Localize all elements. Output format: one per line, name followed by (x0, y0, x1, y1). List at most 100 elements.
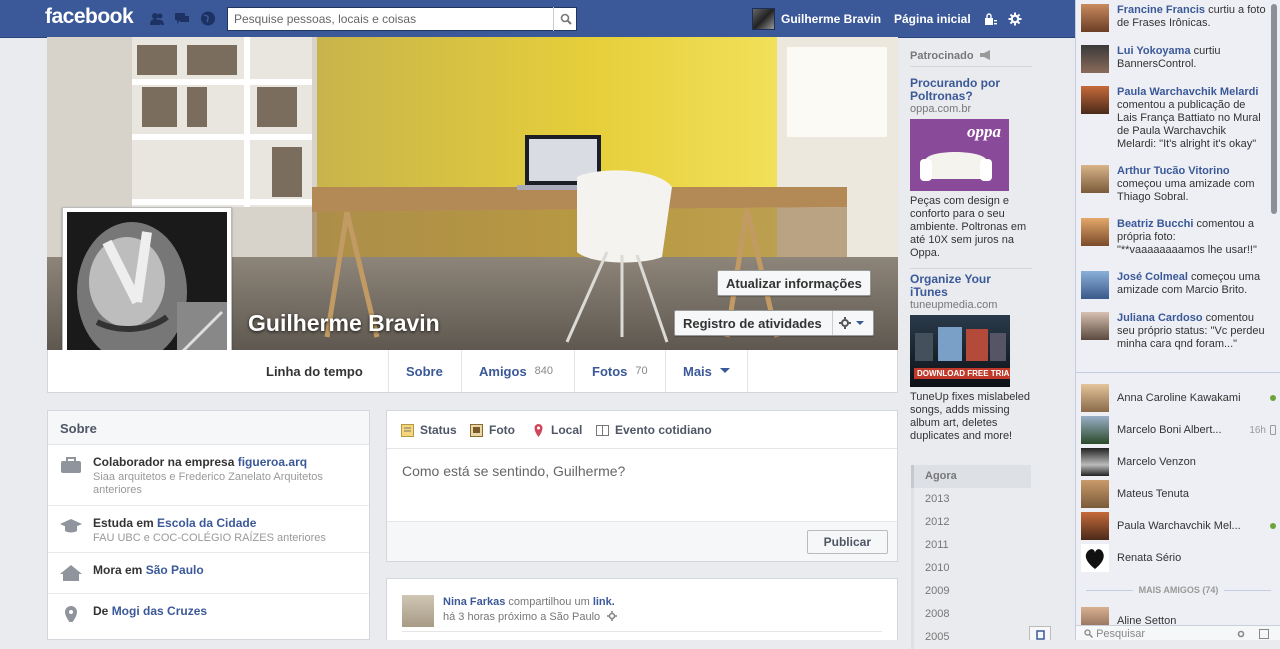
story-object-link[interactable]: link. (593, 596, 615, 608)
ticker-item[interactable]: Juliana Cardoso comentou seu próprio sta… (1081, 312, 1266, 351)
ticker-divider[interactable] (1076, 372, 1280, 373)
year-item[interactable]: 2010 (911, 557, 1031, 580)
about-from-prefix: De (93, 604, 112, 618)
year-item[interactable]: 2013 (911, 488, 1031, 511)
tab-about[interactable]: Sobre (389, 350, 462, 392)
sponsored-header-label: Patrocinado (910, 50, 974, 62)
about-education-link[interactable]: Escola da Cidade (157, 516, 256, 530)
photos-count: 70 (635, 365, 648, 377)
about-lives-link[interactable]: São Paulo (146, 563, 204, 577)
tab-more[interactable]: Mais (666, 350, 748, 392)
ticker-avatar[interactable] (1081, 45, 1109, 73)
notifications-globe-icon[interactable] (200, 11, 216, 26)
ticker-name[interactable]: Juliana Cardoso (1117, 312, 1203, 324)
ticker-avatar[interactable] (1081, 86, 1109, 114)
story-meta[interactable]: há 3 horas próximo a São Paulo (443, 611, 600, 623)
ticker-avatar[interactable] (1081, 271, 1109, 299)
ad-title[interactable]: Organize Your iTunes (910, 273, 1032, 299)
activity-log-button[interactable]: Registro de atividades (674, 310, 874, 336)
composer-tab-place[interactable]: Local (532, 423, 582, 437)
ad-text: TuneUp fixes mislabeled songs, adds miss… (910, 391, 1031, 442)
about-work-link[interactable]: figueroa.arq (238, 455, 307, 469)
ticker-name[interactable]: José Colmeal (1117, 271, 1188, 283)
ticker-item[interactable]: Paula Warchavchik Melardi comentou a pub… (1081, 86, 1266, 151)
search-icon (560, 13, 572, 25)
chat-friend[interactable]: Paula Warchavchik Mel... (1081, 512, 1276, 540)
tab-photos[interactable]: Fotos 70 (575, 350, 666, 392)
ticker-name[interactable]: Arthur Tucão Vitorino (1117, 165, 1230, 177)
settings-gear-icon[interactable] (1008, 12, 1024, 27)
ticker-name[interactable]: Francine Francis (1117, 4, 1205, 16)
ticker-scrollbar[interactable] (1271, 4, 1277, 214)
user-name-link[interactable]: Guilherme Bravin (781, 12, 881, 26)
online-status-dot (1270, 523, 1276, 529)
year-item[interactable]: 2009 (911, 580, 1031, 603)
tab-friends[interactable]: Amigos 840 (462, 350, 575, 392)
chat-friend-name: Marcelo Venzon (1117, 456, 1196, 468)
year-item[interactable]: 2012 (911, 511, 1031, 534)
chat-options-gear-icon[interactable] (1236, 629, 1246, 639)
chat-search-bar[interactable]: Pesquisar (1076, 625, 1280, 640)
ad-title[interactable]: Procurando por Poltronas? (910, 77, 1032, 103)
chat-friend[interactable]: Marcelo Venzon (1081, 448, 1276, 476)
ad-domain: oppa.com.br (910, 103, 972, 115)
friend-requests-icon[interactable] (149, 11, 165, 26)
briefcase-icon (61, 457, 81, 473)
ticker-avatar[interactable] (1081, 218, 1109, 246)
year-item[interactable]: 2011 (911, 534, 1031, 557)
ticker-avatar[interactable] (1081, 4, 1109, 32)
audience-gear-icon[interactable] (607, 611, 618, 621)
ticker-name[interactable]: Lui Yokoyama (1117, 45, 1191, 57)
ticker-item[interactable]: Lui Yokoyama curtiu BannersControl. (1081, 45, 1266, 73)
user-avatar[interactable] (752, 8, 775, 30)
facebook-logo[interactable]: facebook (45, 5, 134, 29)
chat-friend[interactable]: Anna Caroline Kawakami (1081, 384, 1276, 412)
publish-button[interactable]: Publicar (806, 530, 888, 554)
about-box: Sobre Colaborador na empresa figueroa.ar… (47, 410, 370, 640)
year-now[interactable]: Agora (911, 465, 1031, 488)
search-input[interactable]: Pesquise pessoas, locais e coisas (227, 7, 577, 31)
ad-image-tuneup[interactable]: DOWNLOAD FREE TRIAL (910, 315, 1010, 387)
chat-friend[interactable]: Renata Sério (1081, 544, 1276, 572)
sponsored-header[interactable]: Patrocinado (910, 50, 1032, 67)
ticker-avatar[interactable] (1081, 312, 1109, 340)
activity-log-settings[interactable] (831, 311, 873, 335)
ticker-name[interactable]: Beatriz Bucchi (1117, 218, 1193, 230)
ticker-item[interactable]: Francine Francis curtiu a foto de Frases… (1081, 4, 1266, 32)
hide-sidebar-icon[interactable] (1259, 629, 1269, 639)
update-info-button[interactable]: Atualizar informações (717, 270, 871, 296)
year-item[interactable]: 2005 (911, 626, 1031, 649)
home-icon (60, 565, 82, 581)
ad-image-oppa[interactable]: oppa (910, 119, 1009, 191)
privacy-lock-icon[interactable] (984, 13, 1000, 28)
tab-timeline[interactable]: Linha do tempo (249, 350, 389, 392)
year-item[interactable]: 2008 (911, 603, 1031, 626)
ticker-item[interactable]: José Colmeal começou uma amizade com Mar… (1081, 271, 1266, 299)
ad-item[interactable]: Organize Your iTunes tuneupmedia.com DOW… (910, 273, 1032, 443)
search-button[interactable] (553, 7, 577, 31)
composer-tab-status[interactable]: Status (401, 423, 457, 437)
about-title[interactable]: Sobre (48, 411, 369, 445)
composer-tab-life-event[interactable]: Evento cotidiano (596, 423, 712, 437)
chat-friend[interactable]: Marcelo Boni Albert... 16h (1081, 416, 1276, 444)
status-input[interactable]: Como está se sentindo, Guilherme? (387, 448, 897, 521)
chat-search-input[interactable]: Pesquisar (1096, 628, 1145, 640)
chat-friend[interactable]: Mateus Tenuta (1081, 480, 1276, 508)
feed-story: Nina Farkas compartilhou um link. há 3 h… (386, 578, 898, 640)
ad-item[interactable]: Procurando por Poltronas? oppa.com.br op… (910, 77, 1032, 260)
composer-tab-place-label: Local (551, 423, 583, 437)
composer-tab-photo[interactable]: Foto (470, 423, 515, 437)
ticker-avatar[interactable] (1081, 165, 1109, 193)
story-author-avatar[interactable] (402, 595, 434, 627)
about-education-row: Estuda em Escola da Cidade FAU UBC e COC… (48, 506, 369, 553)
messages-icon[interactable] (174, 11, 190, 26)
scroll-to-top-button[interactable] (1029, 626, 1051, 640)
profile-name[interactable]: Guilherme Bravin (248, 310, 440, 337)
profile-picture-image (67, 212, 227, 372)
about-from-link[interactable]: Mogi das Cruzes (112, 604, 207, 618)
ticker-name[interactable]: Paula Warchavchik Melardi (1117, 86, 1258, 98)
story-author-link[interactable]: Nina Farkas (443, 596, 505, 608)
ticker-item[interactable]: Beatriz Bucchi comentou a própria foto: … (1081, 218, 1266, 257)
home-link[interactable]: Página inicial (894, 12, 971, 26)
ticker-item[interactable]: Arthur Tucão Vitorino começou uma amizad… (1081, 165, 1266, 204)
